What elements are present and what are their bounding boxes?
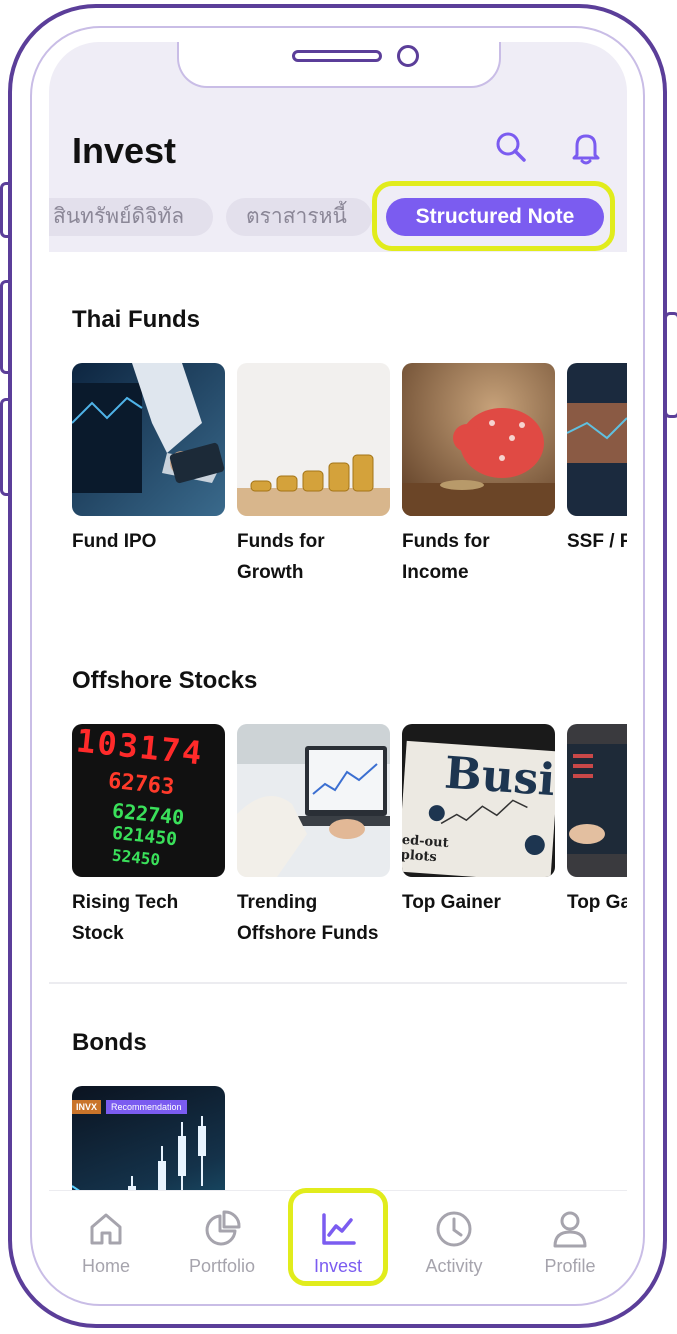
chip-bonds[interactable]: ตราสารหนี้ — [226, 198, 372, 236]
top-gainer-2-image — [567, 724, 627, 877]
section-title-bonds: Bonds — [72, 1029, 147, 1056]
card-label: Top Ga — [567, 887, 627, 918]
card-rising-tech-stock[interactable]: 103174 62763 622740 621450 52450 Rising … — [72, 724, 225, 949]
tab-label: Profile — [544, 1256, 596, 1276]
card-label-line1: Funds for — [237, 531, 325, 552]
card-label-line2: Offshore Funds — [237, 923, 379, 944]
card-label-line2: Income — [402, 562, 469, 583]
card-funds-for-growth[interactable]: Funds for Growth — [237, 363, 390, 588]
card-label-line1: Top Ga — [567, 892, 627, 913]
highlight-invest-tab — [288, 1188, 388, 1286]
ticker-headline: 103174 — [74, 724, 206, 773]
tab-home[interactable]: Home — [51, 1209, 161, 1277]
rising-tech-image: 103174 62763 622740 621450 52450 — [72, 724, 225, 877]
chip-digital-assets[interactable]: สินทรัพย์ดิจิทัล — [49, 198, 213, 236]
ticker-row: 52450 — [111, 845, 162, 870]
ticker-row: 62763 — [106, 768, 176, 801]
speaker-grille — [292, 50, 382, 62]
funds-income-image — [402, 363, 555, 516]
card-label-line1: Fund IPO — [72, 531, 157, 552]
bell-icon[interactable] — [568, 130, 604, 166]
card-top-gainer-2[interactable]: Top Ga — [567, 724, 627, 918]
card-label-line2: Stock — [72, 923, 124, 944]
ssf-image — [567, 363, 627, 516]
card-label: Top Gainer — [402, 887, 555, 918]
newspaper-page: Busi ed-out plots — [402, 740, 555, 877]
card-label: Rising Tech Stock — [72, 887, 225, 949]
card-label: Trending Offshore Funds — [237, 887, 390, 949]
section-title-thai-funds: Thai Funds — [72, 306, 200, 333]
home-icon — [90, 1213, 122, 1245]
clock-icon — [436, 1211, 472, 1247]
section-divider — [49, 982, 627, 984]
section-title-offshore-stocks: Offshore Stocks — [72, 667, 258, 694]
front-camera — [397, 45, 419, 67]
funds-growth-image — [237, 363, 390, 516]
fund-ipo-image — [72, 363, 225, 516]
tab-label: Home — [81, 1256, 130, 1276]
card-trending-offshore-funds[interactable]: Trending Offshore Funds — [237, 724, 390, 949]
tab-portfolio[interactable]: Portfolio — [167, 1209, 277, 1277]
top-gainer-image: Busi ed-out plots — [402, 724, 555, 877]
card-label-line1: Rising Tech — [72, 892, 179, 913]
trending-offshore-image — [237, 724, 390, 877]
card-label-line1: SSF / R — [567, 531, 627, 552]
card-label: Funds for Growth — [237, 526, 390, 588]
search-icon[interactable] — [493, 130, 529, 166]
highlight-structured-note — [372, 181, 615, 251]
card-funds-for-income[interactable]: Funds for Income — [402, 363, 555, 588]
chip-label: ตราสารหนี้ — [246, 205, 347, 228]
card-ssf-rmf[interactable]: SSF / R — [567, 363, 627, 557]
tab-label: Activity — [425, 1256, 483, 1276]
card-fund-ipo[interactable]: Fund IPO — [72, 363, 225, 557]
page-title: Invest — [72, 130, 177, 171]
card-label-line2: Growth — [237, 562, 304, 583]
card-label: Funds for Income — [402, 526, 555, 588]
card-label: SSF / R — [567, 526, 627, 557]
card-label-line1: Top Gainer — [402, 892, 501, 913]
card-label-line1: Trending — [237, 892, 318, 913]
card-label: Fund IPO — [72, 526, 225, 557]
card-label-line1: Funds for — [402, 531, 490, 552]
phone-notch — [177, 42, 501, 88]
user-icon — [553, 1211, 587, 1248]
card-top-gainer[interactable]: Busi ed-out plots Top Gainer — [402, 724, 555, 918]
chip-label: สินทรัพย์ดิจิทัล — [53, 205, 185, 228]
tab-label: Portfolio — [188, 1256, 256, 1276]
tab-profile[interactable]: Profile — [515, 1209, 625, 1277]
pie-chart-icon — [205, 1210, 241, 1246]
tab-activity[interactable]: Activity — [399, 1209, 509, 1277]
